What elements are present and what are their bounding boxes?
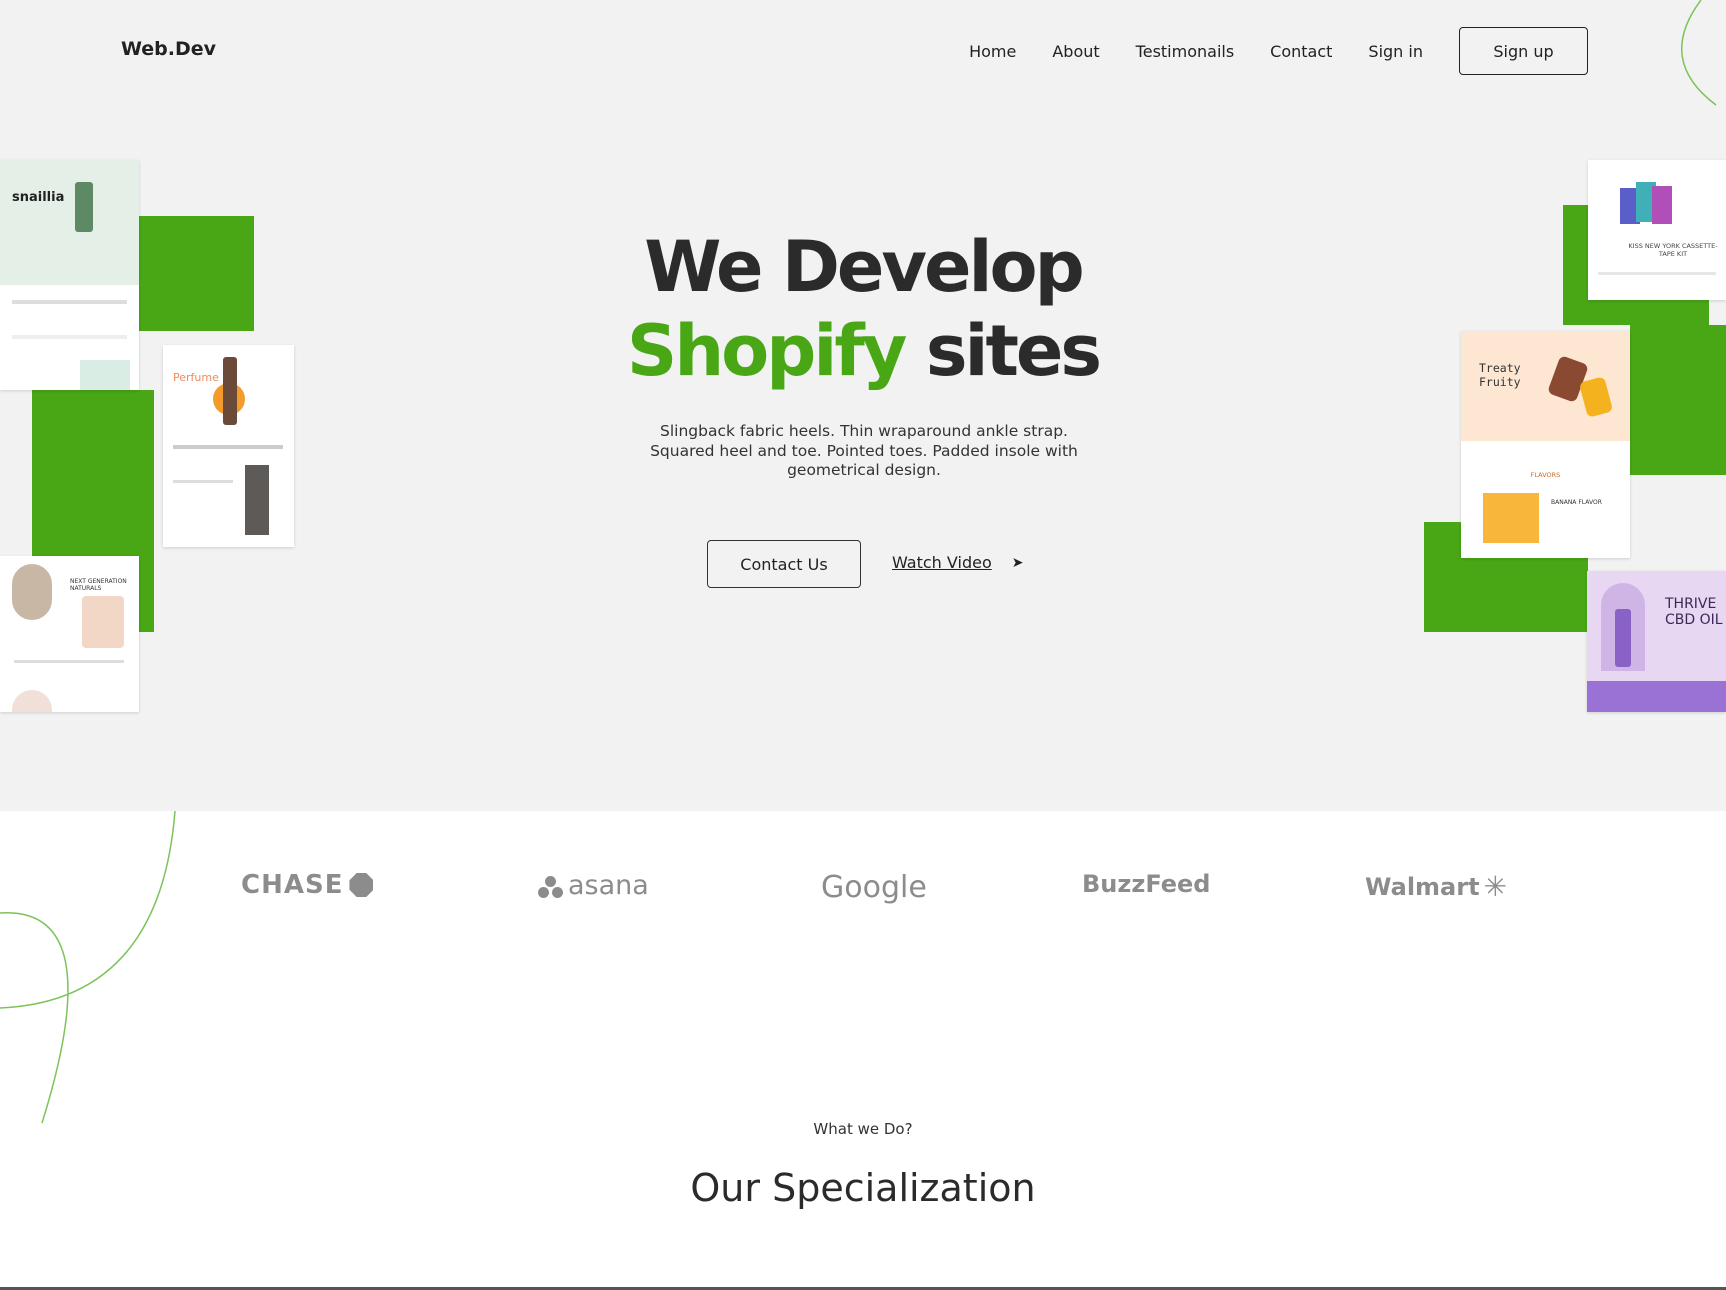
- asana-dots-icon: [538, 874, 564, 898]
- nav-testimonials[interactable]: Testimonails: [1136, 42, 1235, 61]
- nav-sign-in[interactable]: Sign in: [1368, 42, 1423, 61]
- nav-home[interactable]: Home: [969, 42, 1016, 61]
- box-shape: [1652, 186, 1672, 224]
- google-wordmark: Google: [821, 870, 927, 905]
- preview-footer: [1587, 681, 1726, 712]
- site-preview-thrive: THRIVE CBD OIL: [1587, 571, 1726, 712]
- face-photo: [82, 596, 124, 648]
- hero-section: Web.Dev Home About Testimonails Contact …: [0, 0, 1726, 811]
- logo-asana: asana: [538, 870, 649, 901]
- site-preview-naturals: NEXT GENERATION NATURALS: [0, 556, 139, 712]
- hero-title-line1: We Develop: [644, 226, 1084, 308]
- section-title: Our Specialization: [690, 1166, 1036, 1210]
- box-shape: [245, 465, 269, 535]
- logo-google: Google: [821, 870, 927, 905]
- brand-logo[interactable]: Web.Dev: [121, 38, 216, 60]
- walmart-wordmark: Walmart: [1365, 872, 1480, 901]
- section-eyebrow: What we Do?: [813, 1120, 913, 1138]
- bottle-shape: [1615, 609, 1631, 667]
- watch-video-link[interactable]: Watch Video ➤: [892, 553, 1023, 572]
- logo-chase: CHASE: [241, 870, 374, 900]
- preview-line: [14, 660, 124, 663]
- buzzfeed-wordmark: BuzzFeed: [1082, 870, 1211, 898]
- play-arrow-icon: ➤: [1011, 554, 1024, 571]
- watch-video-label: Watch Video: [892, 553, 992, 572]
- logo-walmart: Walmart ✳: [1365, 870, 1507, 903]
- product-photo: [1483, 493, 1539, 543]
- nav-about[interactable]: About: [1052, 42, 1099, 61]
- logo-buzzfeed: BuzzFeed: [1082, 870, 1210, 898]
- main-nav: Home About Testimonails Contact Sign in …: [969, 27, 1588, 75]
- hero-subtitle: Slingback fabric heels. Thin wraparound …: [650, 422, 1078, 479]
- contact-us-button[interactable]: Contact Us: [707, 540, 861, 588]
- walmart-spark-icon: ✳: [1483, 870, 1508, 903]
- chase-octagon-icon: [349, 873, 374, 897]
- preview-line: [173, 480, 233, 483]
- hero-title-line2: Shopify sites: [0, 316, 1726, 386]
- client-logos: CHASE asana Google BuzzFeed Walmart ✳: [0, 850, 1726, 930]
- bottle-shape: [75, 182, 93, 232]
- preview-line: [173, 445, 283, 449]
- circle-shape: [12, 690, 52, 712]
- preview-title: THRIVE CBD OIL: [1665, 596, 1723, 628]
- hero-title-accent: Shopify: [626, 310, 908, 392]
- nav-contact[interactable]: Contact: [1270, 42, 1332, 61]
- hero-title-rest: sites: [925, 310, 1102, 392]
- asana-wordmark: asana: [568, 870, 649, 901]
- chase-wordmark: CHASE: [241, 870, 344, 900]
- sign-up-button[interactable]: Sign up: [1459, 27, 1588, 75]
- decorative-arc: [1680, 0, 1717, 106]
- photo-shape: [12, 564, 52, 620]
- preview-title: NEXT GENERATION NATURALS: [70, 578, 127, 592]
- preview-label: BANANA FLAVOR: [1551, 499, 1602, 506]
- preview-heading: FLAVORS: [1530, 471, 1561, 479]
- preview-title: snaillia: [12, 190, 65, 205]
